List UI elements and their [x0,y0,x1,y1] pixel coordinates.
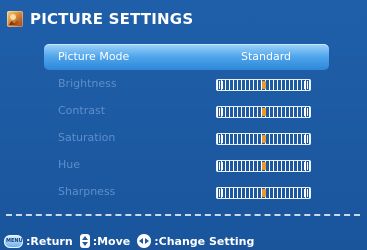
slider-left-cap [219,135,223,143]
slider-thumb[interactable] [262,81,266,89]
footer-hints: :Return :Move :Change Setting [4,233,254,249]
slider-thumb[interactable] [262,162,266,170]
slider-left-cap [219,108,223,116]
menu-item-hue[interactable]: Hue [44,152,329,178]
picture-mode-value: Standard [240,50,292,63]
slider-right-cap [304,162,308,170]
up-down-key-icon [79,234,90,248]
menu-item-label: Saturation [58,131,116,144]
menu-item-label: Brightness [58,77,117,90]
sharpness-slider[interactable] [216,187,311,199]
slider-right-cap [304,108,308,116]
menu-item-sharpness[interactable]: Sharpness [44,179,329,205]
return-hint: :Return [26,234,73,248]
picture-settings-icon [7,11,23,27]
slider-thumb[interactable] [262,189,266,197]
menu-item-label: Contrast [58,104,106,117]
slider-left-cap [219,162,223,170]
menu-item-label: Picture Mode [58,50,130,63]
move-hint: :Move [92,234,131,248]
menu-item-picture-mode[interactable]: Picture Mode Standard [44,44,329,70]
settings-menu: Picture Mode Standard Brightness Contras… [44,44,329,206]
slider-right-cap [304,135,308,143]
left-right-key-icon [137,234,152,248]
page-title: PICTURE SETTINGS [30,10,194,28]
contrast-slider[interactable] [216,106,311,118]
menu-item-contrast[interactable]: Contrast [44,98,329,124]
menu-item-label: Sharpness [58,185,116,198]
menu-item-label: Hue [58,158,81,171]
slider-right-cap [304,81,308,89]
title-bar: PICTURE SETTINGS [0,0,367,40]
hue-slider[interactable] [216,160,311,172]
slider-thumb[interactable] [262,135,266,143]
footer-divider [6,214,360,216]
menu-item-saturation[interactable]: Saturation [44,125,329,151]
slider-thumb[interactable] [262,108,266,116]
slider-left-cap [219,189,223,197]
menu-item-brightness[interactable]: Brightness [44,71,329,97]
menu-key-icon [4,234,23,248]
brightness-slider[interactable] [216,79,311,91]
slider-right-cap [304,189,308,197]
saturation-slider[interactable] [216,133,311,145]
change-setting-hint: :Change Setting [154,234,255,248]
osd-panel: PICTURE SETTINGS Picture Mode Standard B… [0,0,367,250]
slider-left-cap [219,81,223,89]
